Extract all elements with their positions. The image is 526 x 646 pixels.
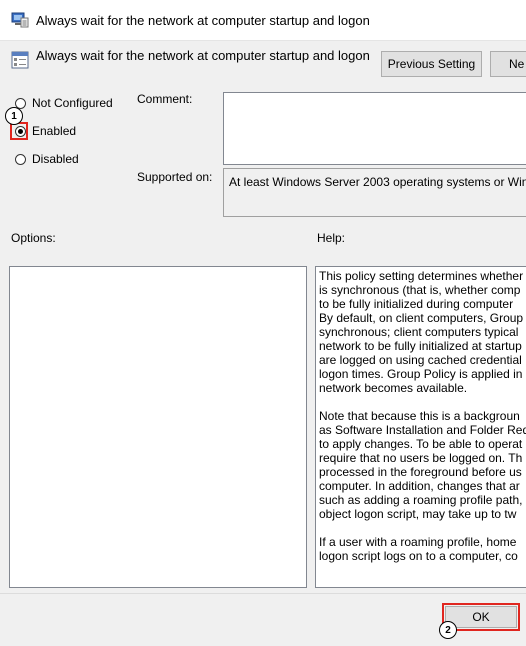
help-line: computer. In addition, changes that ar xyxy=(319,479,520,493)
window-title: Always wait for the network at computer … xyxy=(36,13,370,28)
radio-disabled-circle[interactable] xyxy=(15,153,26,165)
help-line: to be fully initialized during computer xyxy=(319,297,514,311)
help-line: network becomes available. xyxy=(319,381,468,395)
supported-on-value: At least Windows Server 2003 operating s… xyxy=(229,175,526,189)
setting-name: Always wait for the network at computer … xyxy=(36,48,370,63)
options-label: Options: xyxy=(11,231,56,245)
help-line: processed in the foreground before us xyxy=(319,465,522,479)
help-line: object logon script, may take up to tw xyxy=(319,507,517,521)
help-line: as Software Installation and Folder Red xyxy=(319,423,526,437)
help-text: This policy setting determines whether is… xyxy=(319,269,526,577)
help-line: network to be fully initialized at start… xyxy=(319,339,522,353)
help-line: logon times. Group Policy is applied in xyxy=(319,367,523,381)
comment-textarea[interactable] xyxy=(223,92,526,165)
options-pane xyxy=(9,266,307,588)
help-line: are logged on using cached credential xyxy=(319,353,522,367)
help-paragraph: Note that because this is a backgroun as … xyxy=(319,409,526,521)
help-paragraph: This policy setting determines whether is… xyxy=(319,269,526,395)
radio-disabled-label: Disabled xyxy=(32,152,79,166)
radio-not-configured-label: Not Configured xyxy=(32,96,113,110)
help-line: is synchronous (that is, whether comp xyxy=(319,283,521,297)
footer-divider xyxy=(0,593,526,594)
help-line: This policy setting determines whether xyxy=(319,269,524,283)
comment-label: Comment: xyxy=(137,92,193,106)
next-setting-button[interactable]: Ne xyxy=(490,51,526,77)
supported-on-label: Supported on: xyxy=(137,170,213,184)
help-label: Help: xyxy=(317,231,346,245)
previous-setting-button[interactable]: Previous Setting xyxy=(381,51,482,77)
help-paragraph: If a user with a roaming profile, home lo… xyxy=(319,535,526,563)
radio-enabled-label: Enabled xyxy=(32,124,77,138)
supported-on-box: At least Windows Server 2003 operating s… xyxy=(223,168,526,217)
help-line: Note that because this is a backgroun xyxy=(319,409,520,423)
policy-window-icon xyxy=(11,12,29,28)
help-line: require that no users be logged on. Th xyxy=(319,451,523,465)
title-bar: Always wait for the network at computer … xyxy=(0,0,526,41)
help-line: synchronous; client computers typical xyxy=(319,325,519,339)
help-pane[interactable]: This policy setting determines whether is… xyxy=(315,266,526,588)
help-line: to apply changes. To be able to operat xyxy=(319,437,523,451)
radio-disabled[interactable]: Disabled xyxy=(15,150,79,168)
help-line: By default, on client computers, Group xyxy=(319,311,524,325)
step-2-badge: 2 xyxy=(439,621,457,639)
help-line: If a user with a roaming profile, home xyxy=(319,535,517,549)
policy-setting-icon xyxy=(11,51,29,69)
help-line: such as adding a roaming profile path, xyxy=(319,493,523,507)
step-1-badge: 1 xyxy=(5,107,23,125)
radio-not-configured[interactable]: Not Configured xyxy=(15,94,113,112)
help-line: logon script logs on to a computer, co xyxy=(319,549,518,563)
